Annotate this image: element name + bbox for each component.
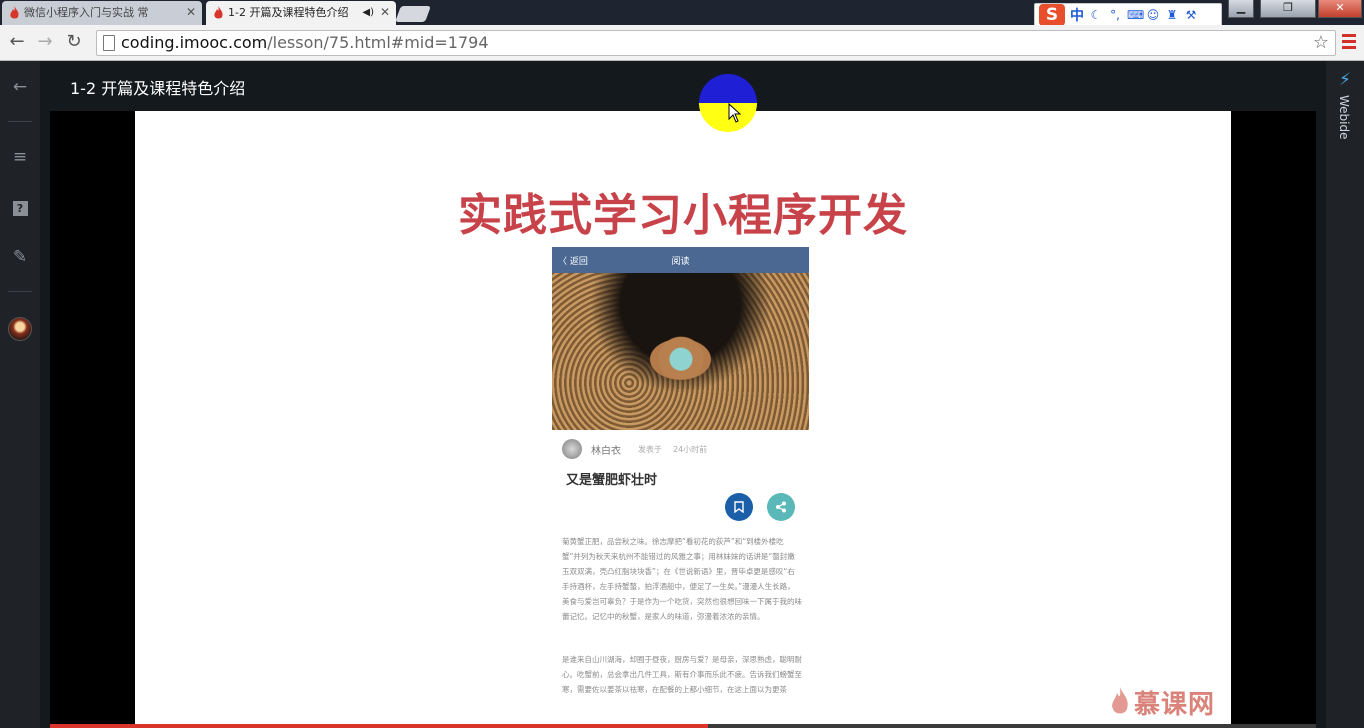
imooc-flame-icon: [10, 6, 19, 19]
article-headline: 又是蟹肥虾壮时: [566, 473, 658, 488]
wrench-icon[interactable]: ⚒: [1184, 8, 1198, 22]
mouse-cursor-icon: [728, 103, 742, 123]
reload-button[interactable]: ↻: [63, 31, 85, 53]
chapter-list-icon[interactable]: ≡: [10, 147, 30, 167]
ime-mode[interactable]: 中: [1070, 5, 1084, 25]
lightning-icon[interactable]: ⚡: [1336, 71, 1354, 89]
video-player[interactable]: 实践式学习小程序开发 〈 返回 阅读 林白衣 发表于 24小时前 又是蟹肥虾壮时: [50, 111, 1316, 728]
shirt-icon[interactable]: ♜: [1165, 8, 1179, 22]
video-progress-bar[interactable]: [50, 724, 1316, 728]
imooc-flame-icon: [214, 6, 223, 19]
progress-fill: [50, 724, 709, 728]
tab-label: 微信小程序入门与实战 常: [24, 6, 149, 19]
back-arrow-icon[interactable]: ←: [10, 77, 30, 97]
page-icon: [103, 35, 115, 51]
forward-button[interactable]: →: [34, 31, 56, 53]
new-tab-button[interactable]: [395, 6, 431, 22]
bookmark-star-icon[interactable]: ☆: [1313, 32, 1329, 53]
tab-lesson[interactable]: 1-2 开篇及课程特色介绍 ◀) ✕: [206, 1, 396, 25]
address-bar[interactable]: coding.imooc.com/lesson/75.html#mid=1794…: [96, 30, 1336, 56]
back-button[interactable]: ←: [6, 31, 28, 53]
publish-time: 24小时前: [673, 445, 708, 454]
article-paragraph: 菊黄蟹正肥，品尝秋之味。徐志摩把“看初花的荻芦”和“到楼外楼吃蟹”并列为秋天来杭…: [562, 537, 802, 621]
ime-toolbar[interactable]: S 中 ☾ °, ⌨ ☺ ♜ ⚒: [1034, 3, 1222, 27]
keyboard-icon[interactable]: ⌨: [1127, 8, 1144, 22]
slide-title: 实践式学习小程序开发: [458, 190, 908, 241]
flame-icon: [1112, 687, 1128, 714]
user-icon[interactable]: ☺: [1146, 8, 1160, 22]
article-paragraph: 是谁来自山川湖海，却囿于昼夜，厨房与爱？是母亲，深思熟虑，聪明耐心。吃蟹前，总会…: [562, 655, 802, 694]
bookmark-icon: [725, 493, 753, 521]
browser-menu-icon[interactable]: [1342, 34, 1356, 50]
author-row: 林白衣 发表于 24小时前: [562, 439, 802, 459]
share-icon: [767, 493, 795, 521]
crab-image: [652, 335, 710, 379]
restore-button[interactable]: ❐: [1260, 0, 1316, 18]
right-panel: ⚡ Webide: [1326, 61, 1364, 728]
url-text[interactable]: coding.imooc.com/lesson/75.html#mid=1794: [121, 33, 489, 53]
tab-label: 1-2 开篇及课程特色介绍: [228, 6, 348, 19]
crab-photo: [552, 273, 809, 430]
sogou-logo-icon[interactable]: S: [1039, 4, 1065, 26]
left-sidebar: ← ≡ ? ✎: [0, 61, 40, 728]
published-label: 发表于: [638, 445, 662, 454]
speaker-icon: ◀): [362, 7, 374, 18]
author-avatar: [562, 439, 582, 459]
author-name: 林白衣: [591, 446, 621, 457]
tab-strip: 微信小程序入门与实战 常 ✕ 1-2 开篇及课程特色介绍 ◀) ✕ S 中 ☾ …: [0, 0, 1364, 27]
browser-toolbar: ← → ↻ coding.imooc.com/lesson/75.html#mi…: [0, 25, 1364, 61]
moon-icon[interactable]: ☾: [1089, 8, 1103, 22]
punctuation-icon[interactable]: °,: [1108, 8, 1122, 22]
divider: [8, 291, 32, 292]
lesson-page: ← ≡ ? ✎ 1-2 开篇及课程特色介绍 ⚡ Webide 实践式学习小程序开…: [0, 61, 1364, 728]
tab-close-icon[interactable]: ✕: [186, 1, 196, 24]
avatar[interactable]: [8, 317, 32, 341]
phone-nav-title: 阅读: [671, 257, 690, 267]
tab-close-icon[interactable]: ✕: [380, 1, 390, 24]
webide-tab[interactable]: Webide: [1337, 95, 1351, 140]
tab-course[interactable]: 微信小程序入门与实战 常 ✕: [2, 1, 202, 25]
imooc-logo: 慕课网: [1110, 684, 1215, 720]
note-edit-icon[interactable]: ✎: [10, 247, 30, 267]
phone-mockup: 〈 返回 阅读 林白衣 发表于 24小时前 又是蟹肥虾壮时 菊黄蟹正肥，品尝秋之…: [552, 247, 809, 724]
minimize-button[interactable]: ▁: [1228, 0, 1254, 18]
video-frame: 实践式学习小程序开发 〈 返回 阅读 林白衣 发表于 24小时前 又是蟹肥虾壮时: [135, 111, 1231, 724]
question-icon[interactable]: ?: [10, 197, 30, 217]
window-close-button[interactable]: ✕: [1318, 0, 1362, 18]
lesson-title: 1-2 开篇及课程特色介绍: [70, 79, 246, 98]
divider: [8, 121, 32, 122]
phone-navbar: 〈 返回 阅读: [552, 247, 809, 273]
logo-text: 慕课网: [1134, 689, 1216, 720]
